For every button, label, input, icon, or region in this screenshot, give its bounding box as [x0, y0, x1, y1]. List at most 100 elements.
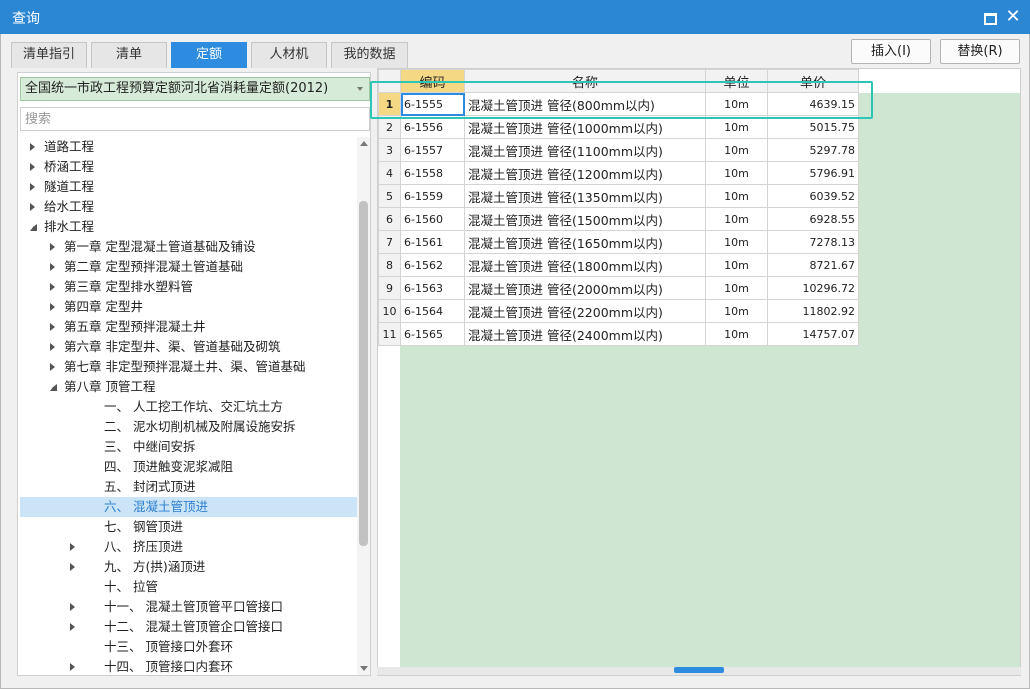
quota-library-select[interactable]: 全国统一市政工程预算定额河北省消耗量定额(2012)	[20, 77, 370, 101]
tab-bill-guide[interactable]: 清单指引	[11, 42, 87, 68]
tree-item[interactable]: 道路工程	[20, 137, 358, 157]
column-header-name[interactable]: 名称	[464, 69, 706, 93]
cell-price[interactable]: 6928.55	[767, 207, 859, 231]
cell-unit[interactable]: 10m	[705, 230, 768, 254]
tab-my-data[interactable]: 我的数据	[331, 42, 408, 68]
tree-item[interactable]: 第一章 定型混凝土管道基础及铺设	[20, 237, 358, 257]
expand-arrow-icon[interactable]	[50, 303, 55, 311]
cell-price[interactable]: 6039.52	[767, 184, 859, 208]
search-input[interactable]	[20, 107, 370, 131]
row-number[interactable]: 10	[378, 299, 401, 323]
table-row[interactable]: 6 6-1560 混凝土管顶进 管径(1500mm以内) 10m 6928.55	[378, 207, 859, 231]
cell-code[interactable]: 6-1562	[400, 253, 465, 277]
cell-code[interactable]: 6-1564	[400, 299, 465, 323]
tree-item[interactable]: 七、 钢管顶进	[20, 517, 358, 537]
tree-item[interactable]: 十四、 顶管接口内套环	[20, 657, 358, 675]
cell-price[interactable]: 4639.15	[767, 92, 859, 116]
cell-unit[interactable]: 10m	[705, 184, 768, 208]
tab-quota[interactable]: 定额	[171, 42, 247, 68]
row-number[interactable]: 9	[378, 276, 401, 300]
cell-name[interactable]: 混凝土管顶进 管径(1500mm以内)	[464, 207, 706, 231]
expand-arrow-icon[interactable]	[70, 563, 75, 571]
cell-code[interactable]: 6-1565	[400, 322, 465, 346]
cell-unit[interactable]: 10m	[705, 299, 768, 323]
table-row[interactable]: 9 6-1563 混凝土管顶进 管径(2000mm以内) 10m 10296.72	[378, 276, 859, 300]
cell-price[interactable]: 8721.67	[767, 253, 859, 277]
scroll-up-icon[interactable]	[360, 141, 368, 146]
cell-price[interactable]: 5796.91	[767, 161, 859, 185]
cell-code[interactable]: 6-1555	[400, 92, 465, 116]
tab-bill[interactable]: 清单	[91, 42, 167, 68]
cell-code[interactable]: 6-1556	[400, 115, 465, 139]
cell-unit[interactable]: 10m	[705, 276, 768, 300]
table-row[interactable]: 5 6-1559 混凝土管顶进 管径(1350mm以内) 10m 6039.52	[378, 184, 859, 208]
row-number[interactable]: 1	[378, 92, 401, 116]
tree-item[interactable]: 十二、 混凝土管顶管企口管接口	[20, 617, 358, 637]
cell-price[interactable]: 7278.13	[767, 230, 859, 254]
column-header-unit[interactable]: 单位	[705, 69, 768, 93]
table-row[interactable]: 2 6-1556 混凝土管顶进 管径(1000mm以内) 10m 5015.75	[378, 115, 859, 139]
row-number[interactable]: 8	[378, 253, 401, 277]
cell-code[interactable]: 6-1558	[400, 161, 465, 185]
cell-price[interactable]: 11802.92	[767, 299, 859, 323]
cell-name[interactable]: 混凝土管顶进 管径(2400mm以内)	[464, 322, 706, 346]
expand-arrow-icon[interactable]	[70, 603, 75, 611]
tree-item[interactable]: 第二章 定型预拌混凝土管道基础	[20, 257, 358, 277]
table-row[interactable]: 3 6-1557 混凝土管顶进 管径(1100mm以内) 10m 5297.78	[378, 138, 859, 162]
cell-unit[interactable]: 10m	[705, 322, 768, 346]
expand-arrow-icon[interactable]	[30, 203, 35, 211]
horizontal-scrollbar[interactable]	[377, 667, 1021, 675]
cell-price[interactable]: 5297.78	[767, 138, 859, 162]
cell-code[interactable]: 6-1559	[400, 184, 465, 208]
cell-unit[interactable]: 10m	[705, 92, 768, 116]
tree-item[interactable]: 第七章 非定型预拌混凝土井、渠、管道基础	[20, 357, 358, 377]
expand-arrow-icon[interactable]	[50, 263, 55, 271]
tree-scrollbar[interactable]	[357, 137, 370, 675]
cell-code[interactable]: 6-1557	[400, 138, 465, 162]
cell-name[interactable]: 混凝土管顶进 管径(1350mm以内)	[464, 184, 706, 208]
expand-arrow-icon[interactable]	[70, 623, 75, 631]
splitter-handle[interactable]	[674, 667, 724, 673]
tree-item[interactable]: 二、 泥水切削机械及附属设施安拆	[20, 417, 358, 437]
table-row[interactable]: 1 6-1555 混凝土管顶进 管径(800mm以内) 10m 4639.15	[378, 92, 859, 116]
tree-item[interactable]: 十、 拉管	[20, 577, 358, 597]
tree-item[interactable]: 第六章 非定型井、渠、管道基础及砌筑	[20, 337, 358, 357]
cell-name[interactable]: 混凝土管顶进 管径(2200mm以内)	[464, 299, 706, 323]
collapse-arrow-icon[interactable]	[30, 224, 37, 231]
expand-arrow-icon[interactable]	[50, 283, 55, 291]
tree-item[interactable]: 十一、 混凝土管顶管平口管接口	[20, 597, 358, 617]
expand-arrow-icon[interactable]	[70, 663, 75, 671]
row-number[interactable]: 5	[378, 184, 401, 208]
cell-code[interactable]: 6-1561	[400, 230, 465, 254]
expand-arrow-icon[interactable]	[70, 543, 75, 551]
tree-item[interactable]: 第八章 顶管工程	[20, 377, 358, 397]
cell-code[interactable]: 6-1560	[400, 207, 465, 231]
collapse-arrow-icon[interactable]	[50, 384, 57, 391]
row-number[interactable]: 3	[378, 138, 401, 162]
cell-unit[interactable]: 10m	[705, 207, 768, 231]
cell-unit[interactable]: 10m	[705, 253, 768, 277]
table-row[interactable]: 10 6-1564 混凝土管顶进 管径(2200mm以内) 10m 11802.92	[378, 299, 859, 323]
tree-item[interactable]: 十三、 顶管接口外套环	[20, 637, 358, 657]
maximize-icon[interactable]	[979, 7, 999, 27]
column-header-code[interactable]: 编码	[400, 69, 465, 93]
table-row[interactable]: 7 6-1561 混凝土管顶进 管径(1650mm以内) 10m 7278.13	[378, 230, 859, 254]
expand-arrow-icon[interactable]	[30, 183, 35, 191]
scrollbar-thumb[interactable]	[359, 201, 368, 546]
expand-arrow-icon[interactable]	[30, 163, 35, 171]
close-icon[interactable]: ✕	[1003, 7, 1023, 27]
replace-button[interactable]: 替换(R)	[940, 39, 1020, 64]
tree-item[interactable]: 第五章 定型预拌混凝土井	[20, 317, 358, 337]
cell-name[interactable]: 混凝土管顶进 管径(1650mm以内)	[464, 230, 706, 254]
tree-item[interactable]: 三、 中继间安拆	[20, 437, 358, 457]
expand-arrow-icon[interactable]	[50, 343, 55, 351]
cell-name[interactable]: 混凝土管顶进 管径(1100mm以内)	[464, 138, 706, 162]
expand-arrow-icon[interactable]	[50, 243, 55, 251]
cell-name[interactable]: 混凝土管顶进 管径(800mm以内)	[464, 92, 706, 116]
tree-item[interactable]: 第三章 定型排水塑料管	[20, 277, 358, 297]
tree-item[interactable]: 一、 人工挖工作坑、交汇坑土方	[20, 397, 358, 417]
column-header-price[interactable]: 单价	[767, 69, 859, 93]
cell-price[interactable]: 14757.07	[767, 322, 859, 346]
expand-arrow-icon[interactable]	[50, 363, 55, 371]
row-number[interactable]: 2	[378, 115, 401, 139]
